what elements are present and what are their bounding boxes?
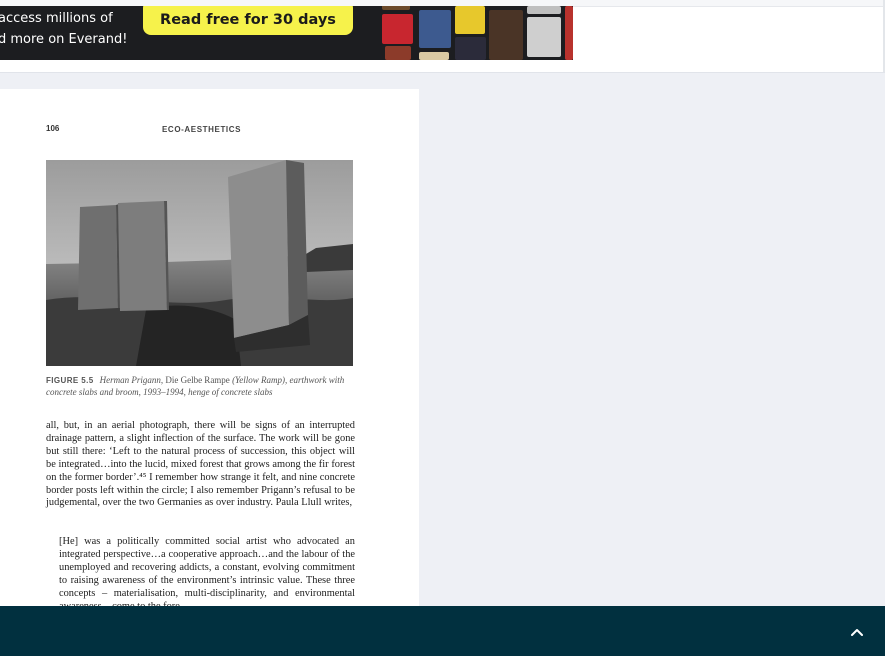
book-cover — [489, 10, 523, 60]
chevron-up-icon[interactable] — [845, 620, 869, 644]
book-cover — [455, 6, 485, 34]
figure-artist: Herman Prigann — [99, 375, 161, 385]
book-cover — [455, 37, 486, 60]
book-cover — [527, 6, 561, 14]
promo-text: access millions of d more on Everand! — [0, 8, 127, 50]
book-cover — [382, 6, 410, 10]
book-covers-collage — [381, 6, 573, 60]
page-number: 106 — [46, 124, 60, 133]
figure-work-title: Die Gelbe Rampe — [165, 375, 230, 385]
book-cover — [565, 6, 573, 60]
everand-promo-banner[interactable]: access millions of d more on Everand! Re… — [0, 6, 573, 60]
promo-line-1: access millions of — [0, 11, 113, 26]
document-page: 106 ECO-AESTHETICS FIGURE 5.5 Herman Prig… — [0, 89, 419, 629]
book-cover — [382, 14, 413, 44]
figure-label: FIGURE 5.5 — [46, 376, 94, 385]
promo-line-2: d more on Everand! — [0, 32, 128, 47]
bottom-toolbar — [0, 606, 885, 656]
running-head: ECO-AESTHETICS — [162, 125, 242, 134]
figure-photograph — [46, 160, 353, 366]
book-cover — [419, 52, 449, 60]
book-cover — [527, 17, 561, 57]
book-cover — [419, 10, 451, 48]
book-cover — [385, 46, 411, 60]
figure-caption: FIGURE 5.5 Herman Prigann, Die Gelbe Ramp… — [46, 375, 345, 397]
block-quote: [He] was a politically committed social … — [59, 536, 355, 612]
read-free-button[interactable]: Read free for 30 days — [143, 6, 353, 35]
body-paragraph: all, but, in an aerial photograph, there… — [46, 420, 355, 509]
